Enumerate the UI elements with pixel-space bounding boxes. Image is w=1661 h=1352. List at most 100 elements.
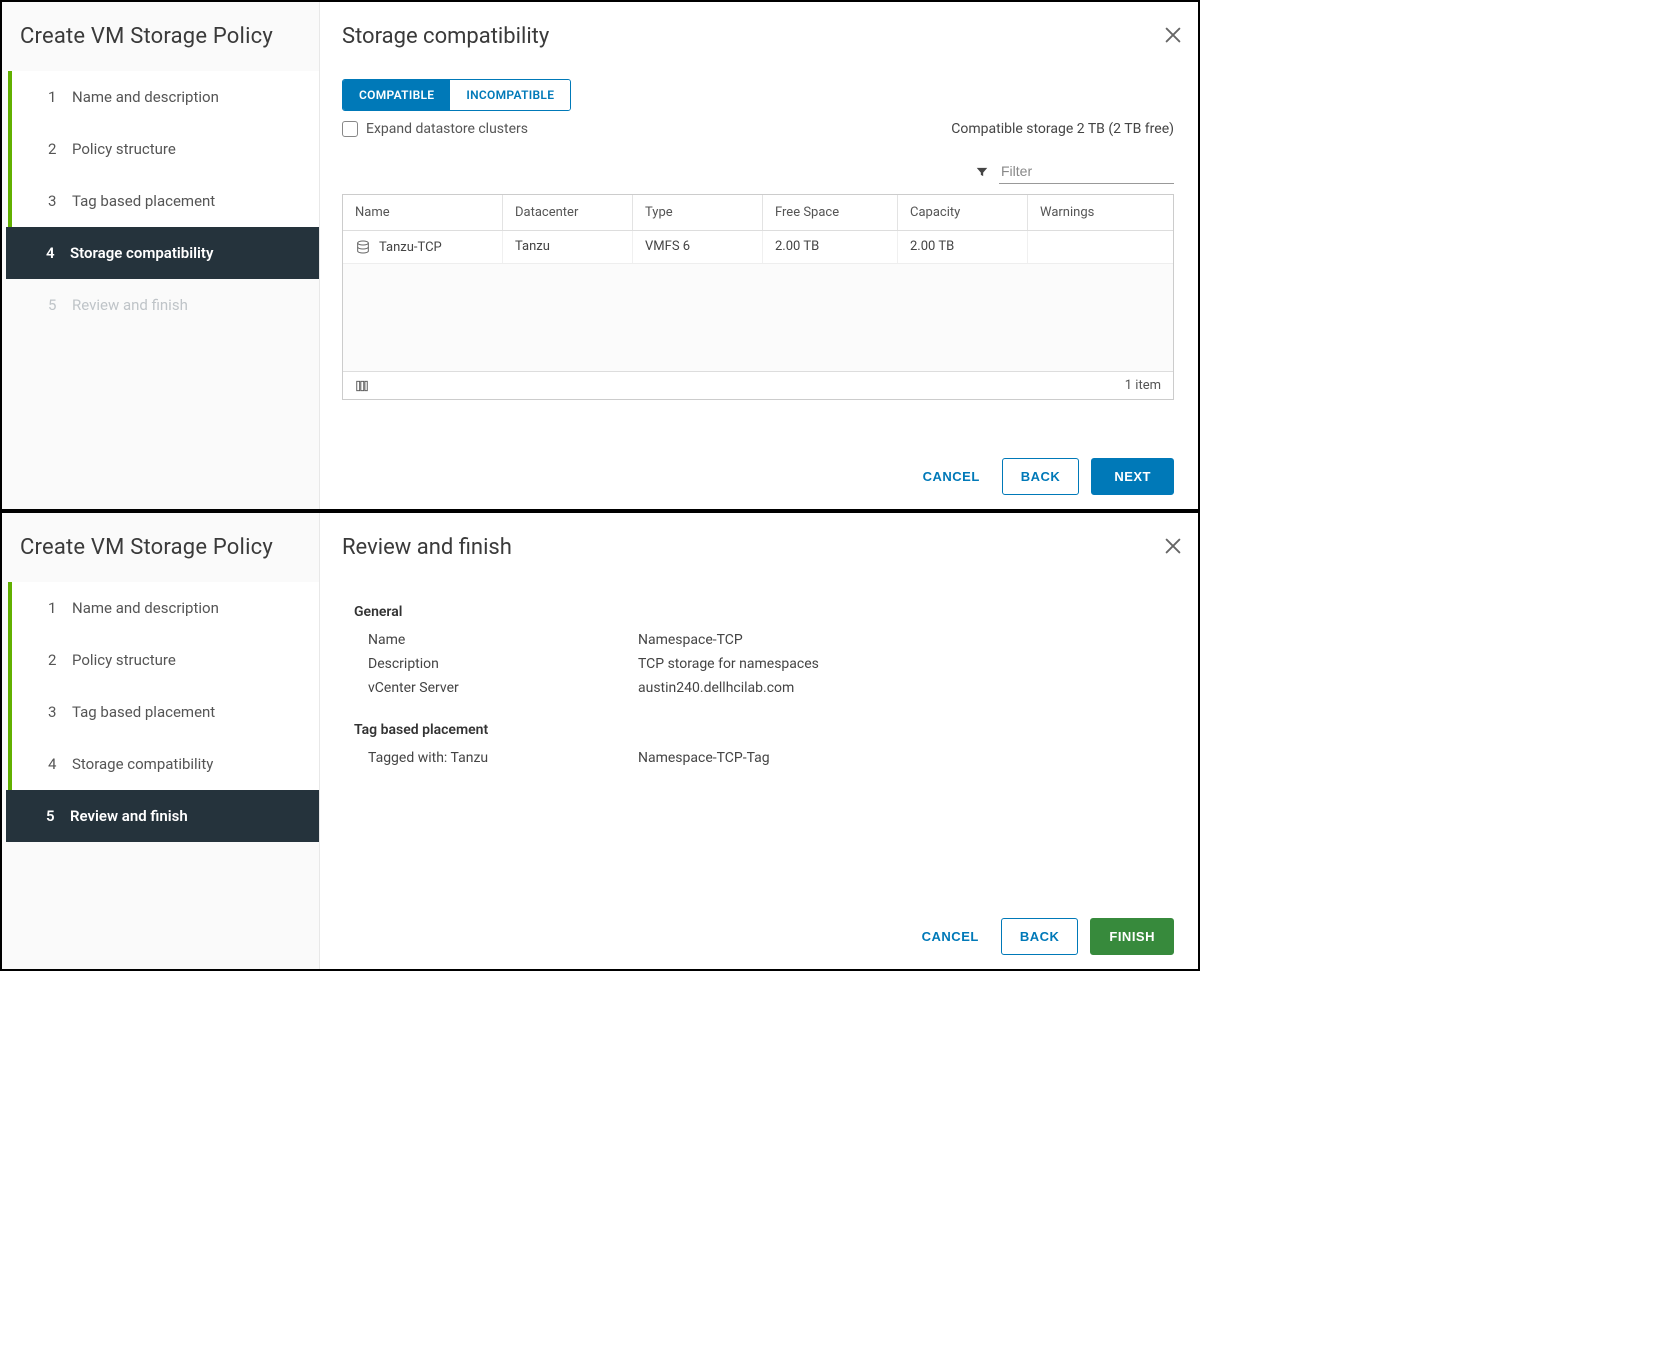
step-label: Name and description	[72, 599, 219, 617]
expand-clusters-checkbox[interactable]: Expand datastore clusters	[342, 121, 528, 137]
kv-label: Tagged with: Tanzu	[368, 750, 638, 766]
cancel-button[interactable]: CANCEL	[913, 459, 990, 494]
storage-summary: Compatible storage 2 TB (2 TB free)	[951, 121, 1174, 137]
col-name[interactable]: Name	[343, 195, 503, 230]
page-title: Review and finish	[342, 535, 1174, 560]
kv-vcenter: vCenter Server austin240.dellhcilab.com	[354, 676, 1174, 700]
wizard-step-name-description[interactable]: 1 Name and description	[8, 71, 319, 123]
cell-name-text: Tanzu-TCP	[379, 240, 442, 255]
table-header: Name Datacenter Type Free Space Capacity…	[343, 195, 1173, 231]
filter-input[interactable]	[999, 159, 1174, 184]
wizard-step-review-finish: 5 Review and finish	[8, 279, 319, 331]
step-number: 3	[48, 192, 72, 210]
col-capacity[interactable]: Capacity	[898, 195, 1028, 230]
step-label: Review and finish	[72, 296, 188, 314]
step-label: Policy structure	[72, 651, 176, 669]
tab-compatible[interactable]: COMPATIBLE	[343, 80, 450, 110]
kv-description: Description TCP storage for namespaces	[354, 652, 1174, 676]
wizard-step-storage-compatibility[interactable]: 4 Storage compatibility	[6, 227, 319, 279]
datastore-table: Name Datacenter Type Free Space Capacity…	[342, 194, 1174, 400]
columns-icon[interactable]	[355, 379, 369, 393]
page-title: Storage compatibility	[342, 24, 1174, 49]
next-button[interactable]: NEXT	[1091, 458, 1174, 495]
step-indicator	[8, 738, 12, 790]
wizard-step-name-description[interactable]: 1 Name and description	[8, 582, 319, 634]
filter-icon[interactable]	[975, 165, 989, 179]
step-indicator	[8, 123, 12, 175]
kv-value: TCP storage for namespaces	[638, 656, 1174, 672]
table-row[interactable]: Tanzu-TCP Tanzu VMFS 6 2.00 TB 2.00 TB	[343, 231, 1173, 264]
wizard-step-policy-structure[interactable]: 2 Policy structure	[8, 634, 319, 686]
compatibility-toggle: COMPATIBLE INCOMPATIBLE	[342, 79, 571, 111]
cell-type: VMFS 6	[633, 231, 763, 263]
step-indicator	[8, 582, 12, 634]
wizard-title: Create VM Storage Policy	[2, 24, 319, 71]
back-button[interactable]: BACK	[1002, 458, 1080, 495]
step-number: 5	[46, 807, 70, 825]
step-label: Tag based placement	[72, 192, 215, 210]
step-number: 2	[48, 140, 72, 158]
kv-label: Description	[368, 656, 638, 672]
checkbox-icon	[342, 121, 358, 137]
wizard-panel-review-finish: Create VM Storage Policy 1 Name and desc…	[0, 511, 1200, 971]
datastore-icon	[355, 239, 371, 255]
item-count: 1 item	[1125, 378, 1161, 393]
step-indicator	[8, 634, 12, 686]
step-label: Storage compatibility	[70, 244, 213, 262]
cell-datacenter: Tanzu	[503, 231, 633, 263]
step-number: 4	[48, 755, 72, 773]
wizard-step-tag-placement[interactable]: 3 Tag based placement	[8, 686, 319, 738]
wizard-step-storage-compatibility[interactable]: 4 Storage compatibility	[8, 738, 319, 790]
wizard-step-tag-placement[interactable]: 3 Tag based placement	[8, 175, 319, 227]
cell-free: 2.00 TB	[763, 231, 898, 263]
kv-tagged-with: Tagged with: Tanzu Namespace-TCP-Tag	[354, 746, 1174, 770]
col-warnings[interactable]: Warnings	[1028, 195, 1173, 230]
close-button[interactable]	[1162, 535, 1184, 557]
step-number: 5	[48, 296, 72, 314]
step-indicator	[8, 686, 12, 738]
back-button[interactable]: BACK	[1001, 918, 1079, 955]
table-body: Tanzu-TCP Tanzu VMFS 6 2.00 TB 2.00 TB	[343, 231, 1173, 371]
wizard-step-review-finish[interactable]: 5 Review and finish	[6, 790, 319, 842]
cell-capacity: 2.00 TB	[898, 231, 1028, 263]
wizard-step-policy-structure[interactable]: 2 Policy structure	[8, 123, 319, 175]
step-number: 1	[48, 88, 72, 106]
close-icon	[1162, 24, 1184, 46]
step-number: 4	[46, 244, 70, 262]
step-indicator	[8, 279, 12, 331]
step-indicator	[6, 227, 10, 279]
step-number: 2	[48, 651, 72, 669]
tag-placement-section-heading: Tag based placement	[354, 722, 1174, 738]
col-type[interactable]: Type	[633, 195, 763, 230]
main-pane: Storage compatibility COMPATIBLE INCOMPA…	[320, 2, 1198, 509]
close-icon	[1162, 535, 1184, 557]
cancel-button[interactable]: CANCEL	[912, 919, 989, 954]
close-button[interactable]	[1162, 24, 1184, 46]
col-datacenter[interactable]: Datacenter	[503, 195, 633, 230]
step-number: 1	[48, 599, 72, 617]
cell-name: Tanzu-TCP	[343, 231, 503, 263]
kv-value: Namespace-TCP-Tag	[638, 750, 1174, 766]
step-label: Tag based placement	[72, 703, 215, 721]
step-indicator	[8, 175, 12, 227]
table-footer: 1 item	[343, 371, 1173, 399]
wizard-sidebar: Create VM Storage Policy 1 Name and desc…	[2, 513, 320, 969]
wizard-title: Create VM Storage Policy	[2, 535, 319, 582]
step-number: 3	[48, 703, 72, 721]
kv-value: austin240.dellhcilab.com	[638, 680, 1174, 696]
wizard-panel-storage-compatibility: Create VM Storage Policy 1 Name and desc…	[0, 0, 1200, 511]
kv-label: Name	[368, 632, 638, 648]
step-label: Storage compatibility	[72, 755, 213, 773]
cell-warnings	[1028, 231, 1173, 263]
finish-button[interactable]: FINISH	[1090, 918, 1174, 955]
step-indicator	[8, 71, 12, 123]
kv-label: vCenter Server	[368, 680, 638, 696]
col-free-space[interactable]: Free Space	[763, 195, 898, 230]
wizard-footer: CANCEL BACK NEXT	[342, 444, 1174, 509]
checkbox-label: Expand datastore clusters	[366, 121, 528, 137]
general-section-heading: General	[354, 604, 1174, 620]
main-pane: Review and finish General Name Namespace…	[320, 513, 1198, 969]
kv-value: Namespace-TCP	[638, 632, 1174, 648]
review-content: General Name Namespace-TCP Description T…	[342, 590, 1174, 770]
tab-incompatible[interactable]: INCOMPATIBLE	[450, 80, 570, 110]
